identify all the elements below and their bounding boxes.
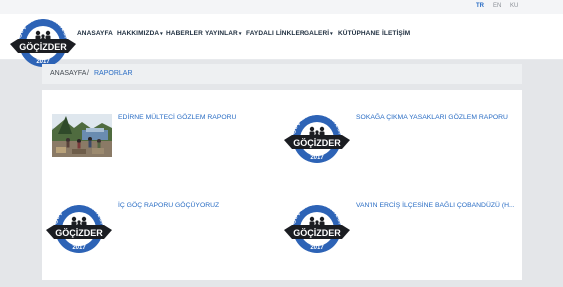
chevron-down-icon: ▾: [160, 31, 163, 37]
svg-text:GÖÇİZDER: GÖÇİZDER: [293, 138, 341, 148]
chevron-down-icon: ▾: [330, 31, 333, 37]
svg-text:GÖÇİZDER: GÖÇİZDER: [293, 228, 341, 238]
lang-ku-link[interactable]: KU: [510, 3, 518, 9]
nav-anasayfa[interactable]: ANASAYFA: [77, 30, 113, 37]
report-title-link[interactable]: EDİRNE MÜLTECİ GÖZLEM RAPORU: [118, 114, 236, 121]
report-photo-image: [52, 114, 112, 157]
report-title-link[interactable]: VAN'IN ERCİŞ İLÇESİNE BAĞLI ÇOBANDÜZÜ (H…: [356, 202, 515, 209]
report-thumbnail-logo[interactable]: GÖÇ İZLEME DERNEĞİ GÖÇİZDER 2017: [44, 200, 114, 263]
gocizder-logo: GÖÇ İZLEME DERNEĞİ GÖÇİZDER 2017: [284, 201, 350, 253]
nav-iletisim[interactable]: İLETİŞİM: [382, 30, 410, 37]
reports-list: EDİRNE MÜLTECİ GÖZLEM RAPORU GÖÇ İZLEME …: [42, 90, 522, 280]
chevron-down-icon: ▾: [238, 31, 242, 37]
report-thumbnail-logo[interactable]: GÖÇ İZLEME DERNEĞİ GÖÇİZDER 2017: [282, 110, 352, 173]
svg-text:2017: 2017: [310, 155, 324, 161]
language-bar: TR EN KU: [0, 0, 563, 14]
main-navbar: GÖÇ İZLEME DERNEĞİ GÖÇİZDER 2017 ANASAYF…: [0, 14, 563, 67]
lang-en-link[interactable]: EN: [493, 3, 501, 9]
gocizder-logo: GÖÇ İZLEME DERNEĞİ GÖÇİZDER 2017: [284, 111, 350, 163]
lang-tr-link[interactable]: TR: [476, 3, 484, 9]
breadcrumb-current: RAPORLAR: [94, 70, 133, 77]
nav-hakkimizda[interactable]: HAKKIMIZDA▾: [117, 30, 163, 37]
nav-haberler[interactable]: HABERLER: [166, 30, 203, 37]
nav-kutuphane[interactable]: KÜTÜPHANE: [338, 30, 380, 37]
report-thumbnail-logo[interactable]: GÖÇ İZLEME DERNEĞİ GÖÇİZDER 2017: [282, 200, 352, 263]
report-title-link[interactable]: İÇ GÖÇ RAPORU GÖÇÜYORUZ: [118, 202, 219, 209]
nav-faydali-linkler[interactable]: FAYDALI LİNKLER: [246, 30, 305, 37]
logo-name: GÖÇİZDER: [19, 42, 67, 52]
svg-text:GÖÇİZDER: GÖÇİZDER: [55, 228, 103, 238]
svg-text:2017: 2017: [310, 245, 324, 251]
breadcrumb-separator: /: [87, 70, 89, 77]
breadcrumb-home-link[interactable]: ANASAYFA: [50, 70, 86, 77]
nav-yayinlar[interactable]: YAYINLAR▾: [205, 30, 241, 37]
report-thumbnail-photo[interactable]: [52, 114, 112, 162]
breadcrumb: ANASAYFA / RAPORLAR: [42, 64, 522, 84]
gocizder-logo: GÖÇ İZLEME DERNEĞİ GÖÇİZDER 2017: [46, 201, 112, 253]
nav-galeri[interactable]: GALERİ▾: [304, 30, 333, 37]
svg-text:2017: 2017: [72, 245, 86, 251]
report-title-link[interactable]: SOKAĞA ÇIKMA YASAKLARI GÖZLEM RAPORU: [356, 114, 508, 121]
